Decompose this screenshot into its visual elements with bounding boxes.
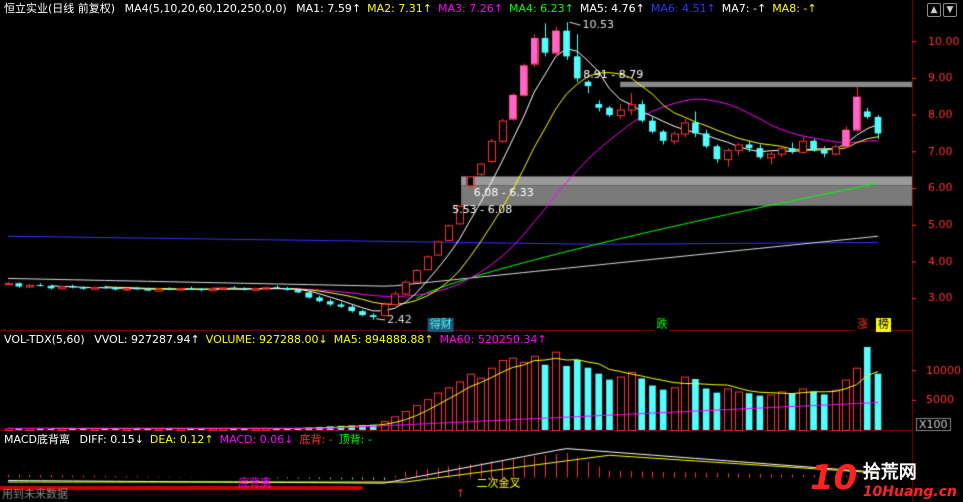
volume-panel-header: VOL-TDX(5,60) VVOL: 927287.94↑ VOLUME: 92… [4, 333, 559, 347]
macd-panel-header: MACD底背离 DIFF: 0.15↓ DEA: 0.12↑ MACD: 0.06↓… [4, 433, 384, 447]
vol-value-3: MA60: 520250.34↑ [439, 333, 547, 346]
vol-value-1: VOLUME: 927288.00↓ [205, 333, 328, 346]
stock-name[interactable]: 恒立实业(日线 前复权) [4, 2, 115, 15]
macd-value-3: 底背: - [299, 433, 333, 446]
ma-params: MA4(5,10,20,60,120,250,0,0) [124, 2, 287, 15]
ma-value-5: MA6: 4.51↑ [650, 2, 716, 15]
ma-value-0: MA1: 7.59↑ [296, 2, 362, 15]
vol-value-0: VVOL: 927287.94↑ [94, 333, 200, 346]
vol-value-2: MA5: 894888.88↑ [333, 333, 434, 346]
brand-url: 10Huang.cn [862, 484, 957, 500]
nav-up-button[interactable]: ▲ [927, 3, 941, 17]
ma-value-4: MA5: 4.76↑ [579, 2, 645, 15]
stock-chart-canvas[interactable] [0, 0, 963, 502]
macd-value-1: DEA: 0.12↑ [149, 433, 214, 446]
ma-value-3: MA4: 6.23↑ [508, 2, 574, 15]
macd-value-4: 顶背: - [338, 433, 372, 446]
nav-down-button[interactable]: ▼ [943, 3, 957, 17]
price-panel-header: 恒立实业(日线 前复权) MA4(5,10,20,60,120,250,0,0)… [4, 2, 829, 16]
ma-value-1: MA2: 7.31↑ [367, 2, 433, 15]
macd-value-0: DIFF: 0.15↓ [79, 433, 144, 446]
ma-value-2: MA3: 7.26↑ [438, 2, 503, 15]
brand-watermark: 10 拾荒网 10Huang.cn [810, 458, 957, 500]
ma-value-7: MA8: -↑ [772, 2, 817, 15]
ma-value-6: MA7: -↑ [721, 2, 767, 15]
macd-title[interactable]: MACD底背离 [4, 433, 70, 446]
macd-value-2: MACD: 0.06↓ [219, 433, 294, 446]
volume-title[interactable]: VOL-TDX(5,60) [4, 333, 85, 346]
brand-cn-name: 拾荒网 [862, 462, 917, 483]
brand-number: 10 [809, 458, 858, 498]
